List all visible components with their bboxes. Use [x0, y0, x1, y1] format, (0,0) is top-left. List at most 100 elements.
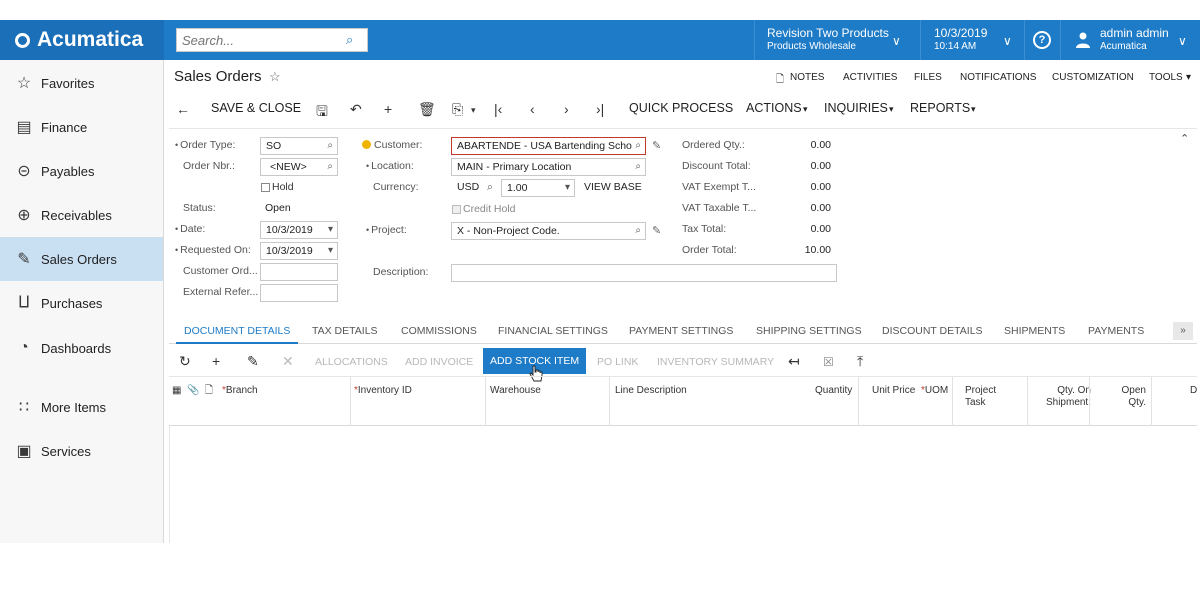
last-record-icon[interactable]: ›|: [596, 101, 604, 117]
external-ref-field[interactable]: [260, 284, 338, 302]
col-branch[interactable]: *Branch: [222, 385, 258, 397]
chevron-down-icon[interactable]: ∨: [1003, 34, 1012, 48]
help-icon[interactable]: ?: [1033, 31, 1051, 49]
sidebar-item-finance[interactable]: ▤ Finance: [0, 105, 163, 149]
tools-menu[interactable]: TOOLS: [1149, 72, 1183, 83]
save-close-button[interactable]: SAVE & CLOSE: [211, 101, 301, 115]
tab-document-details[interactable]: DOCUMENT DETAILS: [184, 325, 290, 337]
user-icon[interactable]: [1076, 32, 1090, 48]
collapse-chevron-icon[interactable]: ⌃: [1180, 132, 1189, 145]
sidebar-item-services[interactable]: ▣ Services: [0, 429, 163, 473]
excel-export-icon[interactable]: ☒: [823, 355, 834, 369]
attachment-icon[interactable]: 📎: [187, 385, 199, 397]
col-qty-on-shipments[interactable]: Qty. On Shipment:: [1039, 385, 1091, 409]
chevron-down-icon[interactable]: ∨: [1178, 34, 1187, 48]
inventory-summary-button[interactable]: INVENTORY SUMMARY: [657, 356, 774, 368]
tab-payment-settings[interactable]: PAYMENT SETTINGS: [629, 325, 733, 337]
col-unit-price[interactable]: Unit Price: [872, 385, 915, 397]
add-invoice-button[interactable]: ADD INVOICE: [405, 356, 473, 368]
po-link-button[interactable]: PO LINK: [597, 356, 638, 368]
next-record-icon[interactable]: ›: [564, 101, 569, 117]
notes-link[interactable]: NOTES: [790, 72, 824, 83]
fit-columns-icon[interactable]: ↤: [788, 353, 800, 370]
col-line-description[interactable]: Line Description: [615, 385, 687, 397]
delete-row-icon[interactable]: ✕: [282, 353, 294, 370]
description-field[interactable]: [451, 264, 837, 282]
first-record-icon[interactable]: |‹: [494, 101, 502, 117]
brand-logo[interactable]: Acumatica: [0, 20, 164, 60]
reports-menu[interactable]: REPORTS: [910, 101, 970, 115]
delete-icon[interactable]: 🗑: [418, 101, 436, 118]
add-icon[interactable]: +: [384, 101, 392, 117]
branch-selector[interactable]: Revision Two Products Products Wholesale: [767, 27, 889, 53]
currency-rate-field[interactable]: 1.00 ▾: [501, 179, 575, 197]
edit-icon[interactable]: ✎: [652, 139, 661, 152]
back-arrow-icon[interactable]: ←: [176, 101, 190, 117]
col-uom[interactable]: *UOM: [921, 385, 948, 397]
more-tabs-icon[interactable]: »: [1173, 322, 1193, 340]
location-field[interactable]: MAIN - Primary Location ⌕: [451, 158, 646, 176]
col-inventory-id[interactable]: *Inventory ID: [354, 385, 412, 397]
sidebar-item-receivables[interactable]: ⊕ Receivables: [0, 193, 163, 237]
tab-shipping-settings[interactable]: SHIPPING SETTINGS: [756, 325, 862, 337]
tab-tax-details[interactable]: TAX DETAILS: [312, 325, 378, 337]
note-icon[interactable]: 🗋: [205, 385, 213, 397]
refresh-icon[interactable]: ↻: [179, 353, 191, 370]
tab-commissions[interactable]: COMMISSIONS: [401, 325, 477, 337]
edit-row-icon[interactable]: ✎: [247, 353, 259, 370]
project-field[interactable]: X - Non-Project Code. ⌕: [451, 222, 646, 240]
col-warehouse[interactable]: Warehouse: [490, 385, 541, 397]
tab-shipments[interactable]: SHIPMENTS: [1004, 325, 1065, 337]
business-date[interactable]: 10/3/2019 10:14 AM: [934, 27, 987, 53]
row-settings-icon[interactable]: ▦: [172, 385, 181, 397]
credit-hold-checkbox[interactable]: [452, 205, 461, 214]
add-row-icon[interactable]: +: [212, 353, 220, 369]
tab-discount-details[interactable]: DISCOUNT DETAILS: [882, 325, 983, 337]
date-field[interactable]: 10/3/2019 ▾: [260, 221, 338, 239]
undo-icon[interactable]: ↶: [350, 101, 362, 118]
hold-checkbox[interactable]: [261, 183, 270, 192]
edit-icon[interactable]: ✎: [652, 224, 661, 237]
sidebar-item-dashboards[interactable]: ◔ Dashboards: [0, 326, 163, 370]
search-input[interactable]: [177, 30, 342, 50]
view-base-button[interactable]: VIEW BASE: [578, 179, 646, 197]
notifications-link[interactable]: NOTIFICATIONS: [960, 72, 1036, 83]
sidebar-item-payables[interactable]: ⊝ Payables: [0, 149, 163, 193]
copy-paste-icon[interactable]: ⎘: [452, 101, 463, 118]
caret-down-icon[interactable]: ▾: [1186, 72, 1191, 83]
save-icon[interactable]: 🖫: [316, 101, 328, 125]
favorite-star-icon[interactable]: ☆: [269, 69, 281, 85]
customer-order-field[interactable]: [260, 263, 338, 281]
global-search[interactable]: ⌕: [176, 28, 368, 52]
caret-down-icon[interactable]: ▾: [803, 104, 808, 115]
upload-icon[interactable]: ⤒: [857, 353, 863, 370]
customer-field[interactable]: ABARTENDE - USA Bartending Scho ⌕: [451, 137, 646, 155]
user-menu[interactable]: admin admin Acumatica: [1100, 27, 1169, 53]
notes-icon[interactable]: 🗋: [776, 72, 784, 89]
col-open-qty[interactable]: Open Qty.: [1114, 385, 1146, 409]
tab-payments[interactable]: PAYMENTS: [1088, 325, 1144, 337]
customization-link[interactable]: CUSTOMIZATION: [1052, 72, 1134, 83]
grid-body[interactable]: [169, 426, 1197, 543]
sidebar-item-favorites[interactable]: ☆ Favorites: [0, 61, 163, 105]
caret-down-icon[interactable]: ▾: [971, 104, 976, 115]
files-link[interactable]: FILES: [914, 72, 942, 83]
previous-record-icon[interactable]: ‹: [530, 101, 535, 117]
requested-on-field[interactable]: 10/3/2019 ▾: [260, 242, 338, 260]
caret-down-icon[interactable]: ▾: [471, 105, 476, 116]
order-nbr-field[interactable]: <NEW> ⌕: [260, 158, 338, 176]
col-project-task[interactable]: Project Task: [965, 385, 996, 409]
sidebar-item-purchases[interactable]: ⨿ Purchases: [0, 281, 163, 325]
caret-down-icon[interactable]: ▾: [889, 104, 894, 115]
inquiries-menu[interactable]: INQUIRIES: [824, 101, 888, 115]
col-quantity[interactable]: Quantity: [815, 385, 852, 397]
chevron-down-icon[interactable]: ∨: [892, 34, 901, 48]
order-type-field[interactable]: SO ⌕: [260, 137, 338, 155]
allocations-button[interactable]: ALLOCATIONS: [315, 356, 388, 368]
search-icon[interactable]: ⌕: [487, 181, 493, 194]
currency-code[interactable]: USD: [457, 181, 479, 193]
sidebar-item-sales-orders[interactable]: ✎ Sales Orders: [0, 237, 163, 281]
quick-process-button[interactable]: QUICK PROCESS: [629, 101, 733, 115]
col-truncated[interactable]: D: [1190, 385, 1197, 397]
tab-financial-settings[interactable]: FINANCIAL SETTINGS: [498, 325, 608, 337]
